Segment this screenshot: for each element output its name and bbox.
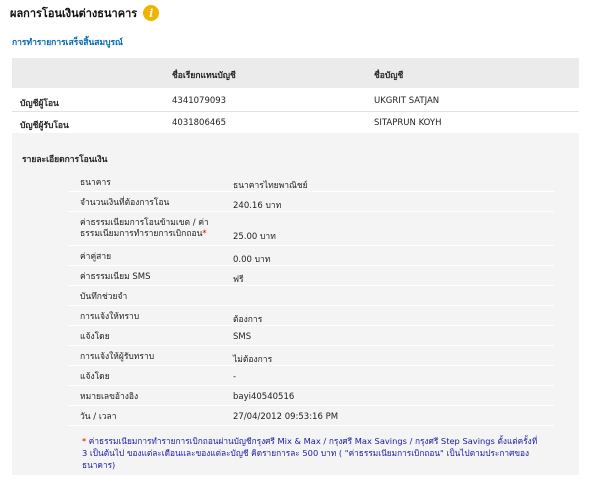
detail-value: SMS — [233, 332, 252, 342]
detail-row-notify: การแจ้งให้ทราบ ต้องการ — [68, 306, 554, 326]
detail-row-fee: ค่าธรรมเนียมการโอนข้ามเขต / ค่าธรรมเนียม… — [68, 212, 554, 246]
detail-value: 27/04/2012 09:53:16 PM — [233, 412, 339, 422]
detail-row-receiver-notify-via: แจ้งโดย - — [68, 366, 554, 386]
footnote-text: ค่าธรรมเนียมการทำรายการเบิกถอนผ่านบัญชีก… — [82, 436, 538, 470]
detail-value: 240.16 บาท — [233, 201, 282, 211]
required-mark: * — [202, 229, 207, 239]
detail-label: แจ้งโดย — [80, 372, 110, 382]
detail-label: จำนวนเงินที่ต้องการโอน — [80, 198, 170, 208]
detail-row-bank: ธนาคาร ธนาคารไทยพาณิชย์ — [68, 172, 554, 192]
detail-label: การแจ้งให้ผู้รับทราบ — [80, 352, 155, 362]
detail-row-notify-via: แจ้งโดย SMS — [68, 326, 554, 346]
account-row-label: บัญชีผู้โอน — [20, 99, 59, 109]
info-icon[interactable]: i — [143, 5, 160, 21]
status-message: การทำรายการเสร็จสิ้นสมบูรณ์ — [12, 38, 123, 48]
detail-row-line-fee: ค่าคู่สาย 0.00 บาท — [68, 246, 554, 266]
detail-label: ธนาคาร — [80, 178, 111, 188]
detail-label: หมายเลขอ้างอิง — [80, 392, 139, 402]
detail-row-notify-receiver: การแจ้งให้ผู้รับทราบ ไม่ต้องการ — [68, 346, 554, 366]
detail-row-amount: จำนวนเงินที่ต้องการโอน 240.16 บาท — [68, 192, 554, 212]
detail-row-reference: หมายเลขอ้างอิง bayi40540516 — [68, 386, 554, 406]
detail-label: ค่าธรรมเนียม SMS — [80, 272, 151, 282]
detail-value: ฟรี — [233, 275, 244, 285]
fee-label-text: ค่าธรรมเนียมการโอนข้ามเขต / ค่าธรรมเนียม… — [80, 218, 209, 239]
accounts-table-header: ชื่อเรียกแทนบัญชี ชื่อบัญชี — [12, 58, 579, 88]
detail-label: บันทึกช่วยจำ — [80, 292, 128, 302]
detail-label: แจ้งโดย — [80, 332, 110, 342]
detail-label: ค่าคู่สาย — [80, 252, 112, 262]
account-row-sender: บัญชีผู้โอน 4341079093 UKGRIT SATJAN — [12, 90, 579, 112]
detail-row-sms-fee: ค่าธรรมเนียม SMS ฟรี — [68, 266, 554, 286]
detail-value: 25.00 บาท — [233, 232, 276, 242]
detail-value: bayi40540516 — [233, 392, 295, 402]
detail-label: วัน / เวลา — [80, 412, 117, 422]
detail-value: - — [233, 372, 237, 382]
detail-label: ค่าธรรมเนียมการโอนข้ามเขต / ค่าธรรมเนียม… — [80, 218, 225, 240]
account-name: SITAPRUN KOYH — [374, 118, 442, 128]
detail-value: ต้องการ — [233, 315, 263, 325]
account-row-label: บัญชีผู้รับโอน — [20, 121, 69, 131]
footnote-mark: * — [82, 436, 87, 446]
detail-row-memo: บันทึกช่วยจำ — [68, 286, 554, 306]
page-header: ผลการโอนเงินต่างธนาคาร i — [10, 4, 160, 22]
page-title: ผลการโอนเงินต่างธนาคาร — [10, 7, 138, 20]
detail-label: การแจ้งให้ทราบ — [80, 312, 140, 322]
account-row-receiver: บัญชีผู้รับโอน 4031806465 SITAPRUN KOYH — [12, 112, 579, 134]
account-name: UKGRIT SATJAN — [374, 96, 440, 106]
fee-footnote: * ค่าธรรมเนียมการทำรายการเบิกถอนผ่านบัญช… — [82, 435, 542, 471]
detail-row-datetime: วัน / เวลา 27/04/2012 09:53:16 PM — [68, 406, 554, 426]
details-section-title: รายละเอียดการโอนเงิน — [22, 155, 108, 165]
column-header-nickname: ชื่อเรียกแทนบัญชี — [172, 71, 236, 81]
account-number: 4341079093 — [172, 96, 227, 106]
detail-value: ธนาคารไทยพาณิชย์ — [233, 181, 308, 191]
account-number: 4031806465 — [172, 118, 227, 128]
detail-value: 0.00 บาท — [233, 255, 271, 265]
detail-value: ไม่ต้องการ — [233, 355, 273, 365]
column-header-account-name: ชื่อบัญชี — [374, 71, 404, 81]
